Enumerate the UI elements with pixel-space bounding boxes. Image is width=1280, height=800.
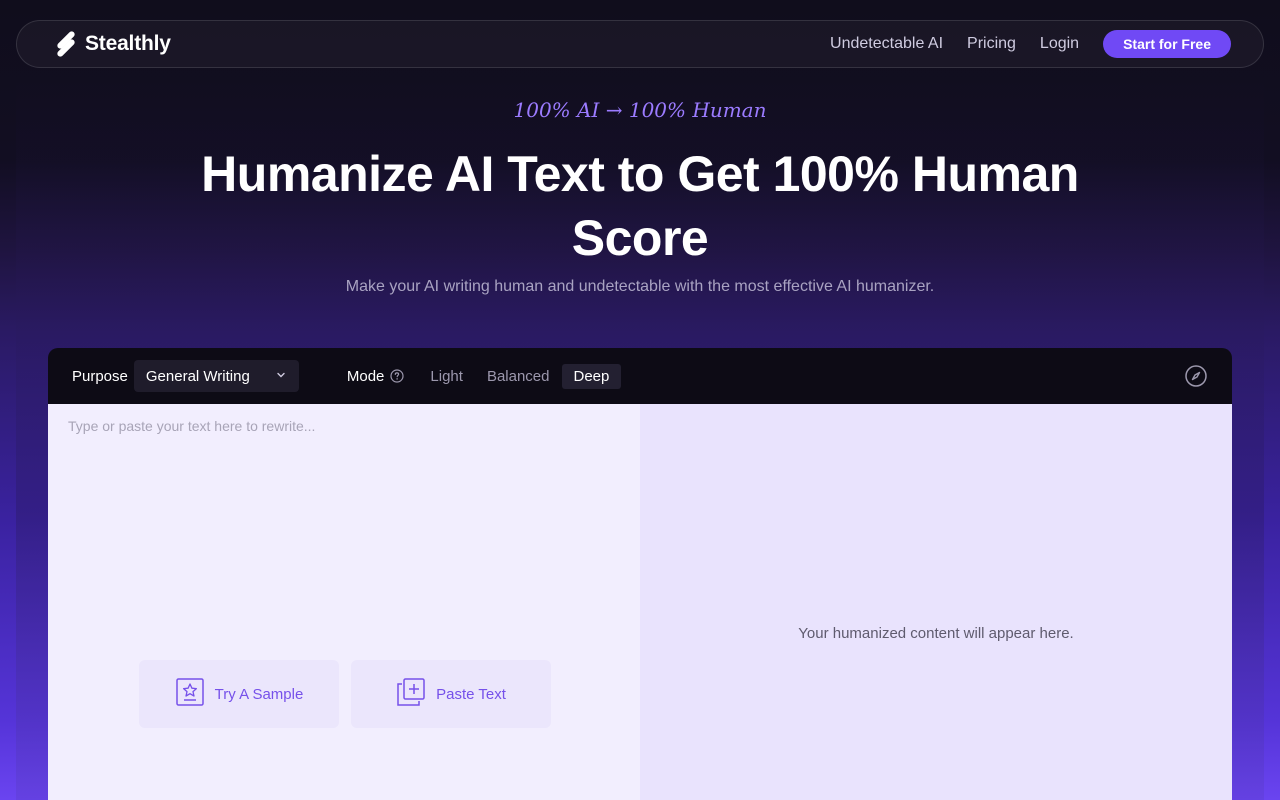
output-placeholder: Your humanized content will appear here. bbox=[798, 625, 1074, 642]
output-pane: Your humanized content will appear here. bbox=[640, 404, 1232, 800]
purpose-select[interactable]: General Writing bbox=[133, 360, 299, 392]
hero-subtitle: Make your AI writing human and undetecta… bbox=[345, 278, 935, 295]
nav-link-pricing[interactable]: Pricing bbox=[967, 35, 1016, 53]
mode-group: Mode Light Balanced Deep bbox=[346, 363, 622, 389]
hero-tagline: 100% AI → 100% Human bbox=[513, 98, 767, 122]
input-placeholder: Type or paste your text here to rewrite.… bbox=[68, 418, 316, 434]
compass-icon[interactable] bbox=[1184, 364, 1208, 388]
star-card-icon bbox=[175, 677, 205, 711]
brand-name: Stealthly bbox=[85, 32, 171, 55]
mode-light[interactable]: Light bbox=[418, 364, 475, 389]
help-circle-icon[interactable] bbox=[390, 369, 405, 383]
mode-deep[interactable]: Deep bbox=[561, 363, 622, 389]
logo-icon bbox=[53, 31, 79, 57]
chevron-down-icon bbox=[275, 368, 287, 385]
start-for-free-button[interactable]: Start for Free bbox=[1103, 30, 1231, 58]
input-pane[interactable]: Type or paste your text here to rewrite.… bbox=[48, 404, 640, 800]
hero-title: Humanize AI Text to Get 100% Human Score bbox=[201, 146, 1079, 266]
paste-text-label: Paste Text bbox=[436, 685, 506, 703]
humanizer-toolbar: Purpose General Writing Mode Light Balan… bbox=[48, 348, 1232, 404]
mode-label: Mode bbox=[346, 367, 385, 385]
copy-plus-icon bbox=[396, 677, 426, 711]
mode-balanced[interactable]: Balanced bbox=[475, 364, 562, 389]
purpose-value: General Writing bbox=[145, 367, 250, 385]
top-navbar: Stealthly Undetectable AI Pricing Login … bbox=[16, 20, 1264, 68]
try-a-sample-label: Try A Sample bbox=[214, 685, 304, 703]
nav-link-undetectable-ai[interactable]: Undetectable AI bbox=[830, 35, 943, 53]
humanizer-panel: Purpose General Writing Mode Light Balan… bbox=[48, 348, 1232, 800]
editor-area: Type or paste your text here to rewrite.… bbox=[48, 404, 1232, 800]
paste-text-button[interactable]: Paste Text bbox=[351, 660, 551, 728]
purpose-label: Purpose bbox=[72, 367, 128, 385]
try-a-sample-button[interactable]: Try A Sample bbox=[139, 660, 339, 728]
nav-links: Undetectable AI Pricing Login Start for … bbox=[830, 30, 1231, 58]
brand[interactable]: Stealthly bbox=[53, 31, 171, 57]
nav-link-login[interactable]: Login bbox=[1040, 35, 1079, 53]
